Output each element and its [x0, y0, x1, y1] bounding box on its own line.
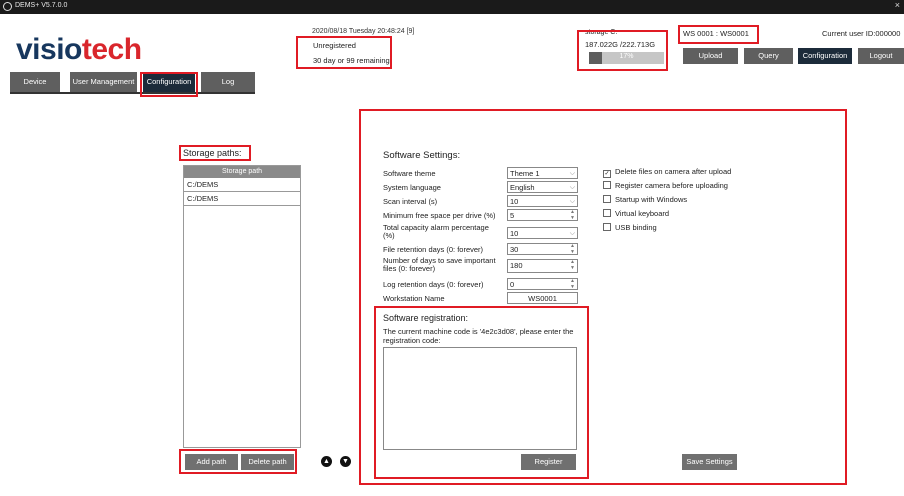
language-value: English: [510, 183, 535, 192]
theme-value: Theme 1: [510, 169, 540, 178]
min-free-spinner[interactable]: 5 ▲ ▼: [507, 209, 578, 221]
chevron-down-icon: ⌵: [569, 230, 575, 237]
language-label: System language: [383, 183, 441, 192]
alarm-value: 10: [510, 229, 519, 238]
highlight-storage: [577, 30, 668, 71]
retention-spinner[interactable]: 30 ▲ ▼: [507, 243, 578, 255]
alarm-label: Total capacity alarm percentage (%): [383, 223, 489, 240]
table-row[interactable]: C:/DEMS: [184, 178, 300, 192]
register-button[interactable]: Register: [521, 454, 576, 470]
min-free-value: 5: [510, 211, 515, 220]
window-title: DEMS+ V5.7.0.0: [15, 2, 68, 9]
important-spinner[interactable]: 180 ▲ ▼: [507, 259, 578, 273]
checkbox-label: USB binding: [615, 223, 657, 232]
header: visiotech 2020/08/18 Tuesday 20:48:24 [9…: [0, 14, 904, 72]
checkbox-label: Virtual keyboard: [615, 209, 670, 218]
add-path-button[interactable]: Add path: [185, 454, 238, 470]
checkbox-usb-binding[interactable]: USB binding: [603, 223, 657, 233]
tab-bar: Device User Management Configuration Log: [0, 72, 904, 96]
logout-button[interactable]: Logout: [858, 48, 904, 64]
min-free-label: Minimum free space per drive (%): [383, 211, 496, 220]
checkbox-label: Delete files on camera after upload: [615, 167, 732, 176]
query-button[interactable]: Query: [744, 48, 793, 64]
log-retention-label: Log retention days (0: forever): [383, 280, 484, 289]
checkbox-label: Register camera before uploading: [615, 181, 728, 190]
registration-message: The current machine code is '4e2c3d08', …: [383, 327, 574, 345]
tab-user-management[interactable]: User Management: [70, 72, 137, 92]
checkbox-virtual-keyboard[interactable]: Virtual keyboard: [603, 209, 669, 219]
delete-path-button[interactable]: Delete path: [241, 454, 294, 470]
chevron-down-icon: ⌵: [569, 184, 575, 191]
title-bar: DEMS+ V5.7.0.0 ×: [0, 0, 904, 14]
important-value: 180: [510, 261, 523, 270]
checkbox-box[interactable]: [603, 209, 611, 217]
upload-button[interactable]: Upload: [683, 48, 738, 64]
checkbox-box[interactable]: [603, 181, 611, 189]
storage-paths-table: Storage path C:/DEMS C:/DEMS: [183, 165, 301, 448]
checkbox-box[interactable]: [603, 223, 611, 231]
tab-device[interactable]: Device: [10, 72, 60, 92]
retention-label: File retention days (0: forever): [383, 245, 484, 254]
workstation-name-label: Workstation Name: [383, 294, 445, 303]
datetime-text: 2020/08/18 Tuesday 20:48:24 [9]: [312, 28, 415, 35]
log-retention-spinner[interactable]: 0 ▲ ▼: [507, 278, 578, 290]
workstation-name-field[interactable]: WS0001: [507, 292, 578, 304]
checkbox-delete-files[interactable]: ✓ Delete files on camera after upload: [603, 167, 732, 178]
checkbox-box[interactable]: [603, 195, 611, 203]
highlight-workstation: [678, 25, 759, 44]
configuration-button[interactable]: Configuration: [798, 48, 852, 64]
tab-underline: [10, 92, 255, 94]
theme-select[interactable]: Theme 1 ⌵: [507, 167, 578, 179]
alarm-select[interactable]: 10 ⌵: [507, 227, 578, 239]
spinner-icon[interactable]: ▲ ▼: [570, 278, 575, 290]
software-settings-title: Software Settings:: [383, 150, 461, 161]
save-settings-button[interactable]: Save Settings: [682, 454, 737, 470]
registration-code-input[interactable]: [383, 347, 577, 450]
spinner-icon[interactable]: ▲ ▼: [570, 243, 575, 255]
move-down-icon[interactable]: ▼: [340, 456, 351, 467]
checkbox-label: Startup with Windows: [615, 195, 688, 204]
logo-text-1: visio: [16, 33, 82, 66]
logo: visiotech: [16, 33, 142, 67]
move-up-icon[interactable]: ▲: [321, 456, 332, 467]
app-icon: [3, 2, 12, 11]
table-row[interactable]: C:/DEMS: [184, 192, 300, 206]
checkbox-startup[interactable]: Startup with Windows: [603, 195, 687, 205]
tab-log[interactable]: Log: [201, 72, 255, 92]
theme-label: Software theme: [383, 169, 436, 178]
highlight-registration: [296, 36, 392, 69]
scan-interval-label: Scan interval (s): [383, 197, 438, 206]
current-user-id: Current user ID:000000: [822, 29, 901, 38]
close-icon[interactable]: ×: [895, 0, 900, 10]
registration-title: Software registration:: [383, 313, 469, 323]
chevron-down-icon: ⌵: [569, 170, 575, 177]
bottom-bar: [0, 488, 904, 496]
language-select[interactable]: English ⌵: [507, 181, 578, 193]
storage-paths-title: Storage paths:: [183, 148, 242, 158]
scan-interval-select[interactable]: 10 ⌵: [507, 195, 578, 207]
important-label: Number of days to save important files (…: [383, 256, 496, 273]
check-icon[interactable]: ✓: [603, 170, 611, 178]
checkbox-register-camera[interactable]: Register camera before uploading: [603, 181, 728, 191]
highlight-config-tab: [140, 72, 198, 97]
chevron-down-icon: ⌵: [569, 198, 575, 205]
retention-value: 30: [510, 245, 519, 254]
spinner-icon[interactable]: ▲ ▼: [570, 259, 575, 271]
log-retention-value: 0: [510, 280, 515, 289]
logo-text-2: tech: [81, 33, 142, 66]
scan-interval-value: 10: [510, 197, 519, 206]
storage-path-header: Storage path: [184, 166, 300, 178]
spinner-icon[interactable]: ▲ ▼: [570, 209, 575, 221]
